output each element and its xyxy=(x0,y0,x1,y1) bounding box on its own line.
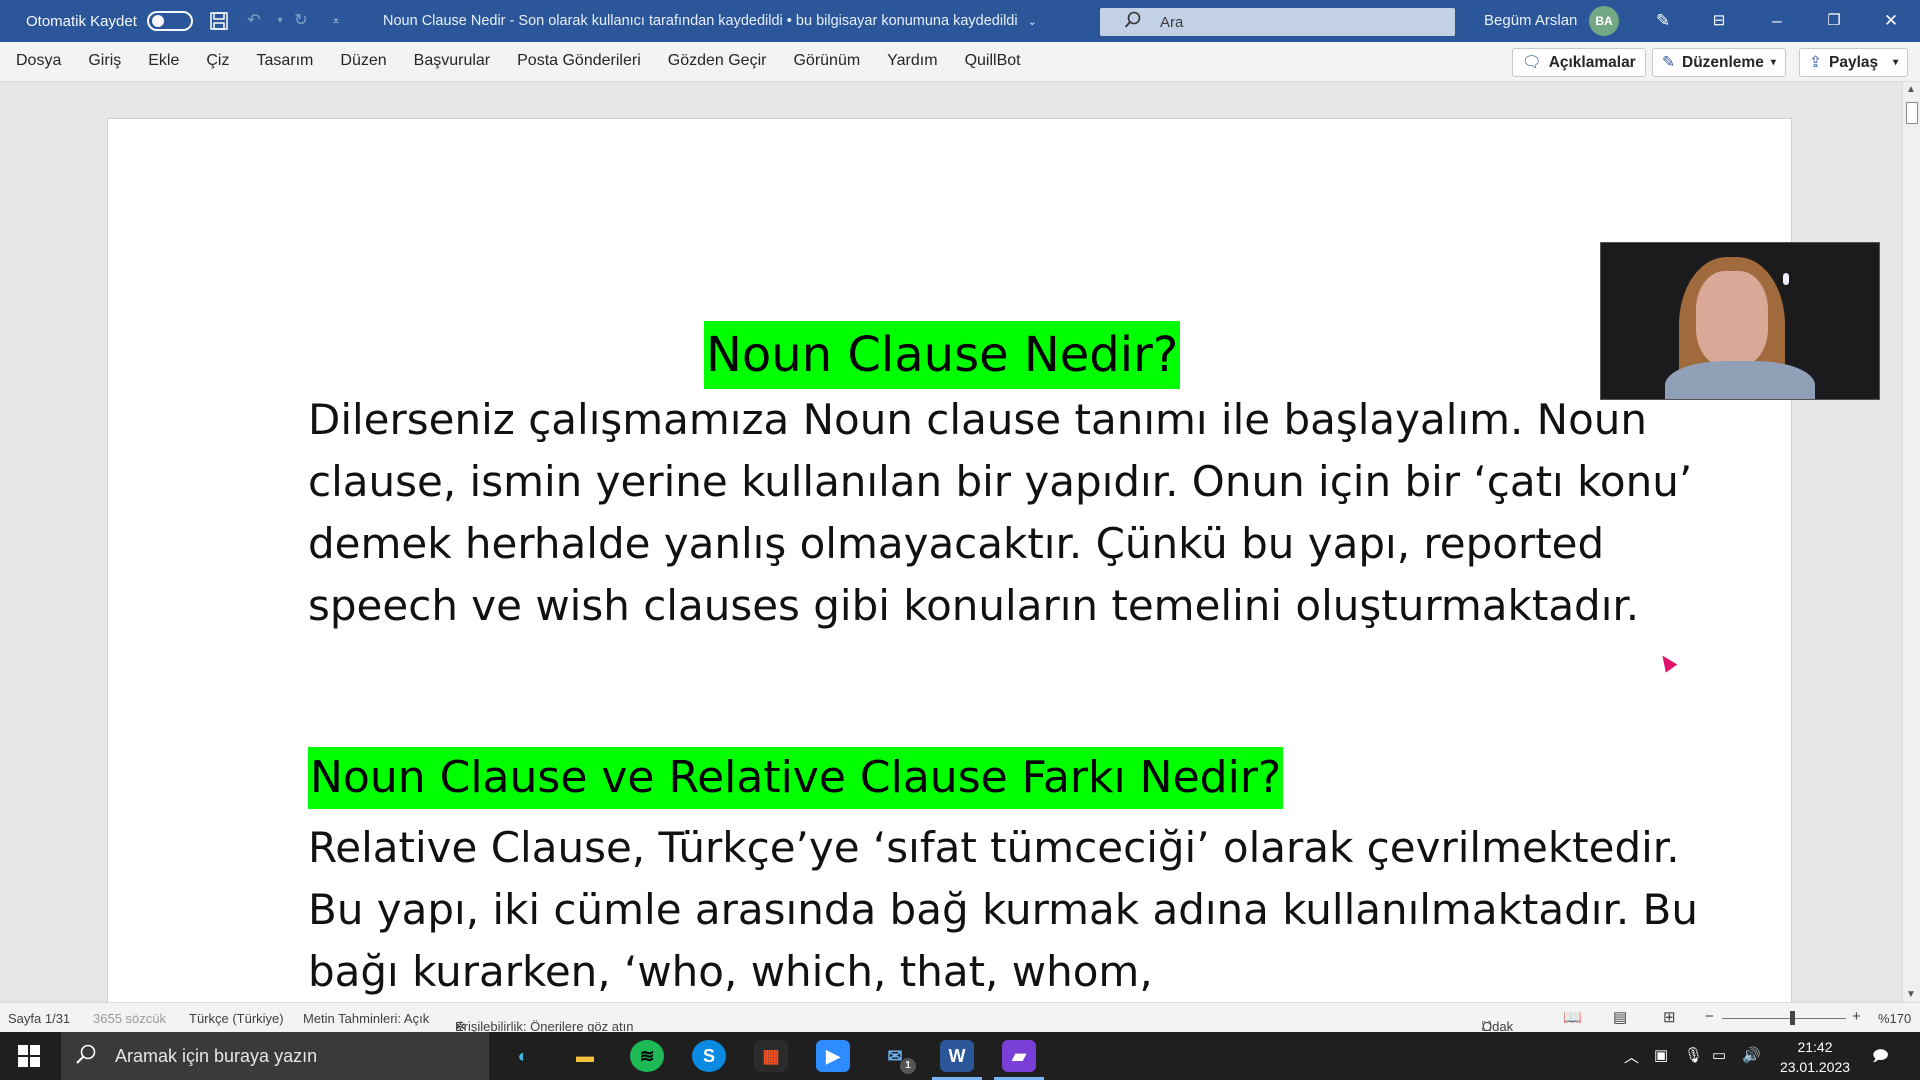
undo-icon[interactable]: ↶ xyxy=(243,11,265,31)
spotify-icon[interactable]: ≋ xyxy=(630,1040,664,1072)
share-icon: ⇪ xyxy=(1809,54,1822,71)
zoom-in-icon[interactable]: + xyxy=(1852,1008,1861,1025)
paragraph-relative-clause[interactable]: Relative Clause, Türkçe’ye ‘sıfat tümcec… xyxy=(308,817,1738,1003)
comments-label: Açıklamalar xyxy=(1548,53,1636,71)
tray-overflow-icon[interactable]: ︿ xyxy=(1624,1046,1639,1067)
pencil-icon: ✎ xyxy=(1662,54,1675,71)
document-page[interactable]: Noun Clause Nedir? Dilerseniz çalışmamız… xyxy=(107,118,1792,1018)
document-title[interactable]: Noun Clause Nedir - Son olarak kullanıcı… xyxy=(383,13,1037,29)
microphone-icon[interactable]: 🎙 xyxy=(1684,1046,1703,1064)
tab-tasarim[interactable]: Tasarım xyxy=(256,52,313,70)
search-icon xyxy=(1124,11,1142,33)
tab-gorunum[interactable]: Görünüm xyxy=(793,52,860,70)
search-input[interactable]: Ara xyxy=(1100,8,1455,36)
webcam-face xyxy=(1696,271,1768,367)
search-icon xyxy=(75,1043,97,1070)
customize-toolbar-icon[interactable]: ⩡ xyxy=(325,11,347,31)
undo-dropdown-icon[interactable]: ▾ xyxy=(269,11,291,31)
scroll-up-icon[interactable]: ▲ xyxy=(1906,84,1916,95)
paragraph-definition[interactable]: Dilerseniz çalışmamıza Noun clause tanım… xyxy=(308,389,1708,637)
read-mode-icon[interactable]: 📖 xyxy=(1563,1008,1582,1026)
status-bar: Sayfa 1/31 3655 sözcük Türkçe (Türkiye) … xyxy=(0,1002,1920,1034)
editing-mode-button[interactable]: ✎ Düzenleme ▾ xyxy=(1652,48,1786,77)
meet-now-icon[interactable]: ▣ xyxy=(1654,1046,1668,1064)
tab-ekle[interactable]: Ekle xyxy=(148,52,179,70)
chevron-down-icon: ⌄ xyxy=(1027,16,1037,28)
windows-start-icon[interactable] xyxy=(18,1045,40,1067)
user-name[interactable]: Begüm Arslan xyxy=(1484,12,1577,29)
vertical-scrollbar[interactable]: ▲ ▼ xyxy=(1902,82,1920,1002)
title-bar: Otomatik Kaydet ↶ ▾ ↻ ⩡ Noun Clause Nedi… xyxy=(0,0,1920,42)
word-count[interactable]: 3655 sözcük xyxy=(93,1011,166,1026)
file-explorer-icon[interactable]: ▬ xyxy=(568,1040,602,1072)
chevron-down-icon: ▾ xyxy=(1893,57,1899,68)
webcam-overlay xyxy=(1600,242,1880,400)
autosave-toggle[interactable] xyxy=(146,11,193,31)
skype-icon[interactable]: S xyxy=(692,1040,726,1072)
ribbon-tabs: Dosya Giriş Ekle Çiz Tasarım Düzen Başvu… xyxy=(16,52,1048,70)
zoom-slider-thumb[interactable] xyxy=(1790,1011,1795,1025)
ribbon-display-icon[interactable]: ⊟ xyxy=(1702,7,1736,35)
edge-icon[interactable]: ◐ xyxy=(506,1040,540,1072)
tab-basvurular[interactable]: Başvurular xyxy=(414,52,490,70)
close-icon[interactable]: ✕ xyxy=(1874,7,1908,35)
share-label: Paylaş xyxy=(1829,53,1879,71)
web-layout-icon[interactable]: ⊞ xyxy=(1663,1008,1676,1026)
zoom-level[interactable]: %170 xyxy=(1878,1011,1911,1026)
clock-time: 21:42 xyxy=(1797,1039,1833,1055)
webcam-light xyxy=(1783,273,1789,285)
pen-icon[interactable]: ✎ xyxy=(1646,7,1680,35)
avatar[interactable]: BA xyxy=(1589,6,1619,36)
zoom-slider[interactable] xyxy=(1722,1018,1846,1019)
comment-icon: 🗨 xyxy=(1522,54,1542,71)
webcam-body xyxy=(1665,361,1815,399)
microsoft-store-icon[interactable]: ▦ xyxy=(754,1040,788,1072)
editing-label: Düzenleme xyxy=(1682,53,1764,71)
tab-ciz[interactable]: Çiz xyxy=(206,52,229,70)
share-button[interactable]: ⇪ Paylaş ▾ xyxy=(1799,48,1909,77)
restore-icon[interactable]: ❐ xyxy=(1817,7,1851,35)
tab-quillbot[interactable]: QuillBot xyxy=(965,52,1021,70)
clock[interactable]: 21:42 23.01.2023 xyxy=(1768,1037,1862,1077)
taskbar: Aramak için buraya yazın ◐ ▬ ≋ S ▦ ▶ ✉ 1… xyxy=(0,1032,1920,1080)
text-predictions[interactable]: Metin Tahminleri: Açık xyxy=(303,1011,429,1026)
autosave-control[interactable]: Otomatik Kaydet xyxy=(26,11,193,31)
volume-icon[interactable]: 🔊 xyxy=(1742,1046,1761,1064)
tab-gozden-gecir[interactable]: Gözden Geçir xyxy=(668,52,767,70)
document-title-text: Noun Clause Nedir - Son olarak kullanıcı… xyxy=(383,13,1018,29)
tab-yardim[interactable]: Yardım xyxy=(887,52,937,70)
video-editor-icon[interactable]: ▰ xyxy=(994,1040,1044,1080)
tab-giris[interactable]: Giriş xyxy=(88,52,121,70)
mail-badge: 1 xyxy=(900,1058,916,1074)
taskbar-search-input[interactable]: Aramak için buraya yazın xyxy=(61,1032,489,1080)
word-app-icon[interactable]: W xyxy=(932,1040,982,1080)
tab-posta-gonderileri[interactable]: Posta Gönderileri xyxy=(517,52,641,70)
redo-icon[interactable]: ↻ xyxy=(290,11,312,31)
zoom-app-icon[interactable]: ▶ xyxy=(816,1040,850,1072)
tab-dosya[interactable]: Dosya xyxy=(16,52,61,70)
page-indicator[interactable]: Sayfa 1/31 xyxy=(8,1011,70,1026)
document-area: Noun Clause Nedir? Dilerseniz çalışmamız… xyxy=(0,82,1902,1018)
scroll-down-icon[interactable]: ▼ xyxy=(1906,989,1916,1000)
tab-duzen[interactable]: Düzen xyxy=(340,52,386,70)
heading-noun-clause[interactable]: Noun Clause Nedir? xyxy=(704,321,1181,389)
scroll-thumb[interactable] xyxy=(1906,102,1918,124)
minimize-icon[interactable]: – xyxy=(1760,7,1794,35)
notifications-icon[interactable]: 🗩 xyxy=(1872,1046,1889,1071)
save-icon[interactable] xyxy=(208,11,230,31)
search-placeholder: Ara xyxy=(1160,13,1184,31)
chevron-down-icon: ▾ xyxy=(1770,57,1776,68)
autosave-label: Otomatik Kaydet xyxy=(26,12,137,30)
print-layout-icon[interactable]: ▤ xyxy=(1613,1008,1627,1026)
zoom-out-icon[interactable]: − xyxy=(1705,1008,1714,1025)
clock-date: 23.01.2023 xyxy=(1779,1059,1851,1075)
ribbon: Dosya Giriş Ekle Çiz Tasarım Düzen Başvu… xyxy=(0,42,1920,82)
taskbar-search-placeholder: Aramak için buraya yazın xyxy=(115,1045,318,1066)
language-indicator[interactable]: Türkçe (Türkiye) xyxy=(189,1011,284,1026)
battery-icon[interactable]: ▭ xyxy=(1712,1046,1726,1064)
heading-difference[interactable]: Noun Clause ve Relative Clause Farkı Ned… xyxy=(308,747,1284,809)
mail-icon[interactable]: ✉ 1 xyxy=(878,1040,916,1074)
comments-button[interactable]: 🗨 Açıklamalar xyxy=(1512,48,1646,77)
